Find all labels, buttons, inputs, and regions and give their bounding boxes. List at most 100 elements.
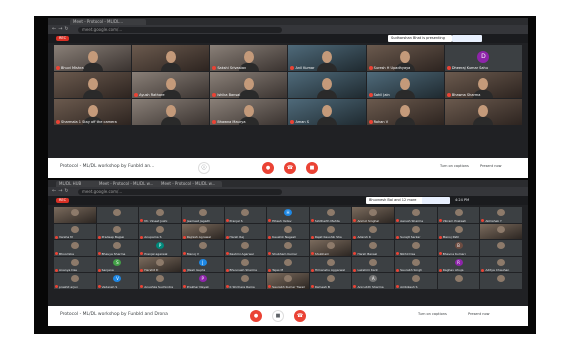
participant-tile[interactable]: Himanshu Aggarwal	[309, 256, 352, 272]
participant-tile[interactable]: A Aniruddh Sharma	[352, 273, 395, 289]
info-icon[interactable]: ⓘ	[198, 162, 210, 174]
participant-tile[interactable]	[444, 99, 522, 125]
participant-tile[interactable]: Kaushik Nagesh	[267, 223, 309, 239]
participant-tile[interactable]	[437, 273, 480, 289]
participant-tile[interactable]: Nikhil Das	[395, 240, 437, 256]
participant-tile[interactable]: Surajit Sarkar	[395, 223, 437, 239]
participant-video	[395, 117, 416, 125]
participant-name: Harsh Bansal	[353, 252, 377, 256]
leave-call-button[interactable]: ☎	[284, 162, 296, 174]
participant-video	[87, 50, 98, 63]
captions-button[interactable]: Turn on captions	[418, 312, 447, 316]
participant-tile[interactable]: prashit arjun	[54, 273, 96, 289]
participant-tile[interactable]: S Sanjana	[96, 256, 139, 272]
participant-tile[interactable]	[132, 99, 210, 125]
participant-tile[interactable]: Suresh H Upadhyaya	[366, 45, 444, 71]
participant-tile[interactable]: Ambikesh S	[395, 273, 437, 289]
mic-off-button[interactable]: ●	[250, 310, 262, 322]
participant-tile[interactable]	[132, 45, 210, 71]
participant-tile[interactable]: Sahil Jain	[366, 72, 444, 98]
participant-tile[interactable]: Harsh Bansal	[352, 240, 395, 256]
url-field[interactable]: meet.google.com/...	[78, 26, 282, 33]
participant-tile[interactable]: H Hitesh Yadav	[267, 207, 309, 223]
participant-tile[interactable]	[54, 72, 132, 98]
participant-tile[interactable]: Bhoomika	[54, 240, 96, 256]
participant-tile[interactable]: P Prakhar Nayak	[181, 273, 224, 289]
participant-name: Bhawna Maurya	[212, 120, 245, 124]
leave-call-button[interactable]: ☎	[294, 310, 306, 322]
captions-button[interactable]: Turn on captions	[440, 164, 469, 168]
camera-off-button[interactable]: ■	[306, 162, 318, 174]
participant-tile[interactable]: P Pranjal agarwal	[139, 240, 181, 256]
participant-name-text: Jasmeet Jagadh	[186, 218, 211, 223]
participant-tile[interactable]: Mr. Vineet Joshi	[139, 207, 181, 223]
participant-tile[interactable]: Harsh Raj	[224, 223, 267, 239]
presenting-indicator[interactable]: Bhuvnesh Bal and 12 more	[366, 197, 424, 204]
avatar	[497, 209, 506, 216]
url-field[interactable]: meet.google.com/...	[78, 188, 282, 195]
participant-tile[interactable]: Varsha M	[54, 223, 96, 239]
participant-tile[interactable]: Shubham Kumar	[267, 240, 309, 256]
participant-tile[interactable]: K Shrihara Rama	[224, 273, 267, 289]
participant-tile[interactable]: D Dheeraj Kumar Sahu	[444, 45, 522, 71]
participant-tile[interactable]: Ayush Rathore	[132, 72, 210, 98]
participant-tile[interactable]: Rohan V	[366, 99, 444, 125]
participant-tile[interactable]: R Raghav Ahuja	[437, 256, 480, 272]
participant-tile[interactable]: B Bhavna Kumari	[437, 240, 480, 256]
participant-tile[interactable]: Anushka Suchindra	[139, 273, 181, 289]
presenting-indicator[interactable]: Sudharshan Bhat is presenting	[388, 35, 452, 42]
participant-tile[interactable]	[480, 240, 522, 256]
mic-muted-icon	[438, 235, 442, 239]
participant-tile[interactable]: Aarush Sharma	[395, 207, 437, 223]
participant-tile[interactable]: Pranjal S	[224, 207, 267, 223]
participant-tile[interactable]: Saurabh Singh	[395, 256, 437, 272]
participant-tile[interactable]	[54, 207, 96, 223]
participant-tile[interactable]: Saurabh Kumar Tiwari	[267, 273, 309, 289]
participant-tile[interactable]: Sakshi Srivastav	[210, 45, 288, 71]
present-now-button[interactable]: Present now	[468, 312, 489, 316]
participant-tile[interactable]: Shubham	[309, 240, 352, 256]
participant-tile[interactable]: Bhavya Sharma	[96, 240, 139, 256]
participant-tile[interactable]: Rajat Kaushik Sha	[309, 223, 352, 239]
participant-tile[interactable]: Manoj Patil	[437, 223, 480, 239]
participant-tile[interactable]: Bhawna Sharma	[444, 72, 522, 98]
participant-tile[interactable]: Ramesh B	[309, 273, 352, 289]
participant-tile[interactable]: Abhishek Y	[480, 207, 522, 223]
participant-tile[interactable]: Ishika Bansal	[210, 72, 288, 98]
participant-tile[interactable]: Anil Kumar	[288, 45, 366, 71]
mic-muted-icon	[140, 235, 144, 239]
participant-tile[interactable]: Manoj V	[181, 240, 224, 256]
participant-tile[interactable]: Aditya Chauhan	[480, 256, 522, 272]
participant-tile[interactable]	[288, 72, 366, 98]
camera-button[interactable]: ■	[272, 310, 284, 322]
participant-tile[interactable]: Bhawna Maurya	[210, 99, 288, 125]
participant-tile[interactable]: Tejas M	[267, 256, 309, 272]
participant-tile[interactable]: Sharmala 1 Stay off the camera	[54, 99, 132, 125]
participant-tile[interactable]: Pradeep Bajpai	[96, 223, 139, 239]
avatar	[70, 258, 79, 266]
meeting-controls-bar: Protocol - ML/DL workshop by Funbld an..…	[48, 158, 528, 178]
mic-off-button[interactable]: ●	[262, 162, 274, 174]
nav-icons[interactable]: ←→↻	[52, 26, 71, 32]
participant-tile[interactable]: Harshit D	[139, 256, 181, 272]
participant-tile[interactable]: Rajnish Agrawal	[181, 223, 224, 239]
participant-tile[interactable]	[480, 273, 522, 289]
participant-tile[interactable]: Siddharth Mehta	[309, 207, 352, 223]
participant-tile[interactable]: V Vedansh S	[96, 273, 139, 289]
nav-icons[interactable]: ←→↻	[52, 188, 71, 194]
participant-tile[interactable]: Bhuvi Mishra	[54, 45, 132, 71]
participant-tile[interactable]: Lakshmi Kant	[352, 256, 395, 272]
present-now-button[interactable]: Present now	[480, 164, 501, 168]
participant-tile[interactable]	[480, 223, 522, 239]
participant-tile[interactable]: Rashmi Agarwal	[224, 240, 267, 256]
participant-tile[interactable]: Jasmeet Jagadh	[181, 207, 224, 223]
participant-tile[interactable]: Ananya Das	[54, 256, 96, 272]
participant-tile[interactable]: Anupama S	[139, 223, 181, 239]
participant-tile[interactable]: Aman S	[288, 99, 366, 125]
participant-tile[interactable]: Anmol Singhal	[352, 207, 395, 223]
participant-tile[interactable]: Vikram Prakash	[437, 207, 480, 223]
participant-tile[interactable]	[96, 207, 139, 223]
participant-tile[interactable]: Adarsh K	[352, 223, 395, 239]
participant-tile[interactable]: J Jitesh Gupta	[181, 256, 224, 272]
participant-tile[interactable]: Bhuvnesh Sharma	[224, 256, 267, 272]
